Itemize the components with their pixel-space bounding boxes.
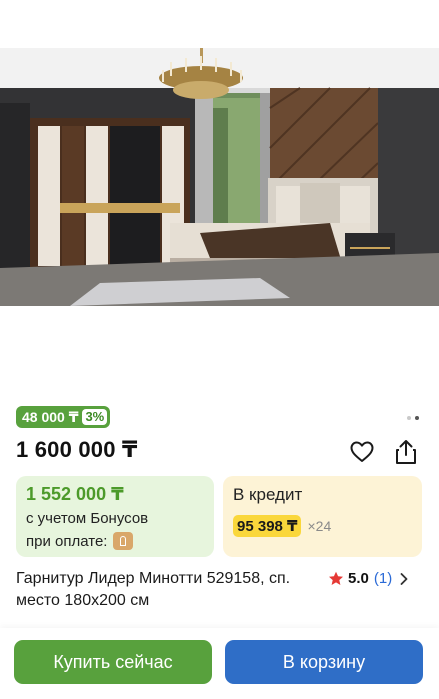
bonus-price-badge: 48 000 ₸ 3% [16, 406, 111, 428]
credit-title: В кредит [233, 485, 303, 504]
rating-score: 5.0 [348, 570, 369, 587]
credit-months: ×24 [307, 518, 332, 534]
favorite-button[interactable] [348, 438, 376, 466]
bonus-badge-percent: 3% [82, 409, 108, 425]
bonus-card-line1: с учетом Бонусов [26, 510, 149, 527]
credit-monthly-payment: 95 398 ₸ [233, 515, 302, 537]
bonus-card-line2-text: при оплате: [26, 532, 108, 550]
product-title: Гарнитур Лидер Минотти 529158, сп. место… [16, 570, 291, 609]
gallery-dot-active [415, 416, 419, 420]
gallery-pagination [407, 416, 419, 420]
heart-icon [350, 441, 374, 462]
product-gallery[interactable] [0, 0, 439, 392]
kaspi-pay-icon [113, 532, 134, 550]
bonus-card-price: 1 552 000 ₸ [26, 484, 124, 504]
product-price: 1 600 000 ₸ [16, 437, 138, 462]
credit-card[interactable]: В кредит 95 398 ₸ ×24 [223, 476, 422, 557]
bedroom-photo [0, 48, 439, 306]
share-button[interactable] [392, 438, 420, 466]
gallery-dot [407, 416, 411, 420]
bonus-badge-price: 48 000 ₸ [22, 408, 79, 425]
chevron-right-icon [400, 572, 408, 585]
share-icon [396, 440, 416, 464]
bonus-card-line2: при оплате: [26, 532, 134, 550]
credit-row: 95 398 ₸ ×24 [233, 515, 331, 537]
review-count: (1) [373, 570, 393, 587]
bottom-action-bar: Купить сейчас В корзину [0, 628, 439, 699]
buy-now-button[interactable]: Купить сейчас [14, 640, 212, 684]
bonus-price-card[interactable]: 1 552 000 ₸ с учетом Бонусов при оплате: [16, 476, 214, 557]
add-to-cart-button[interactable]: В корзину [225, 640, 423, 684]
rating-link[interactable]: 5.0 (1) [328, 570, 408, 587]
product-image[interactable] [0, 48, 439, 306]
star-icon [329, 571, 343, 585]
